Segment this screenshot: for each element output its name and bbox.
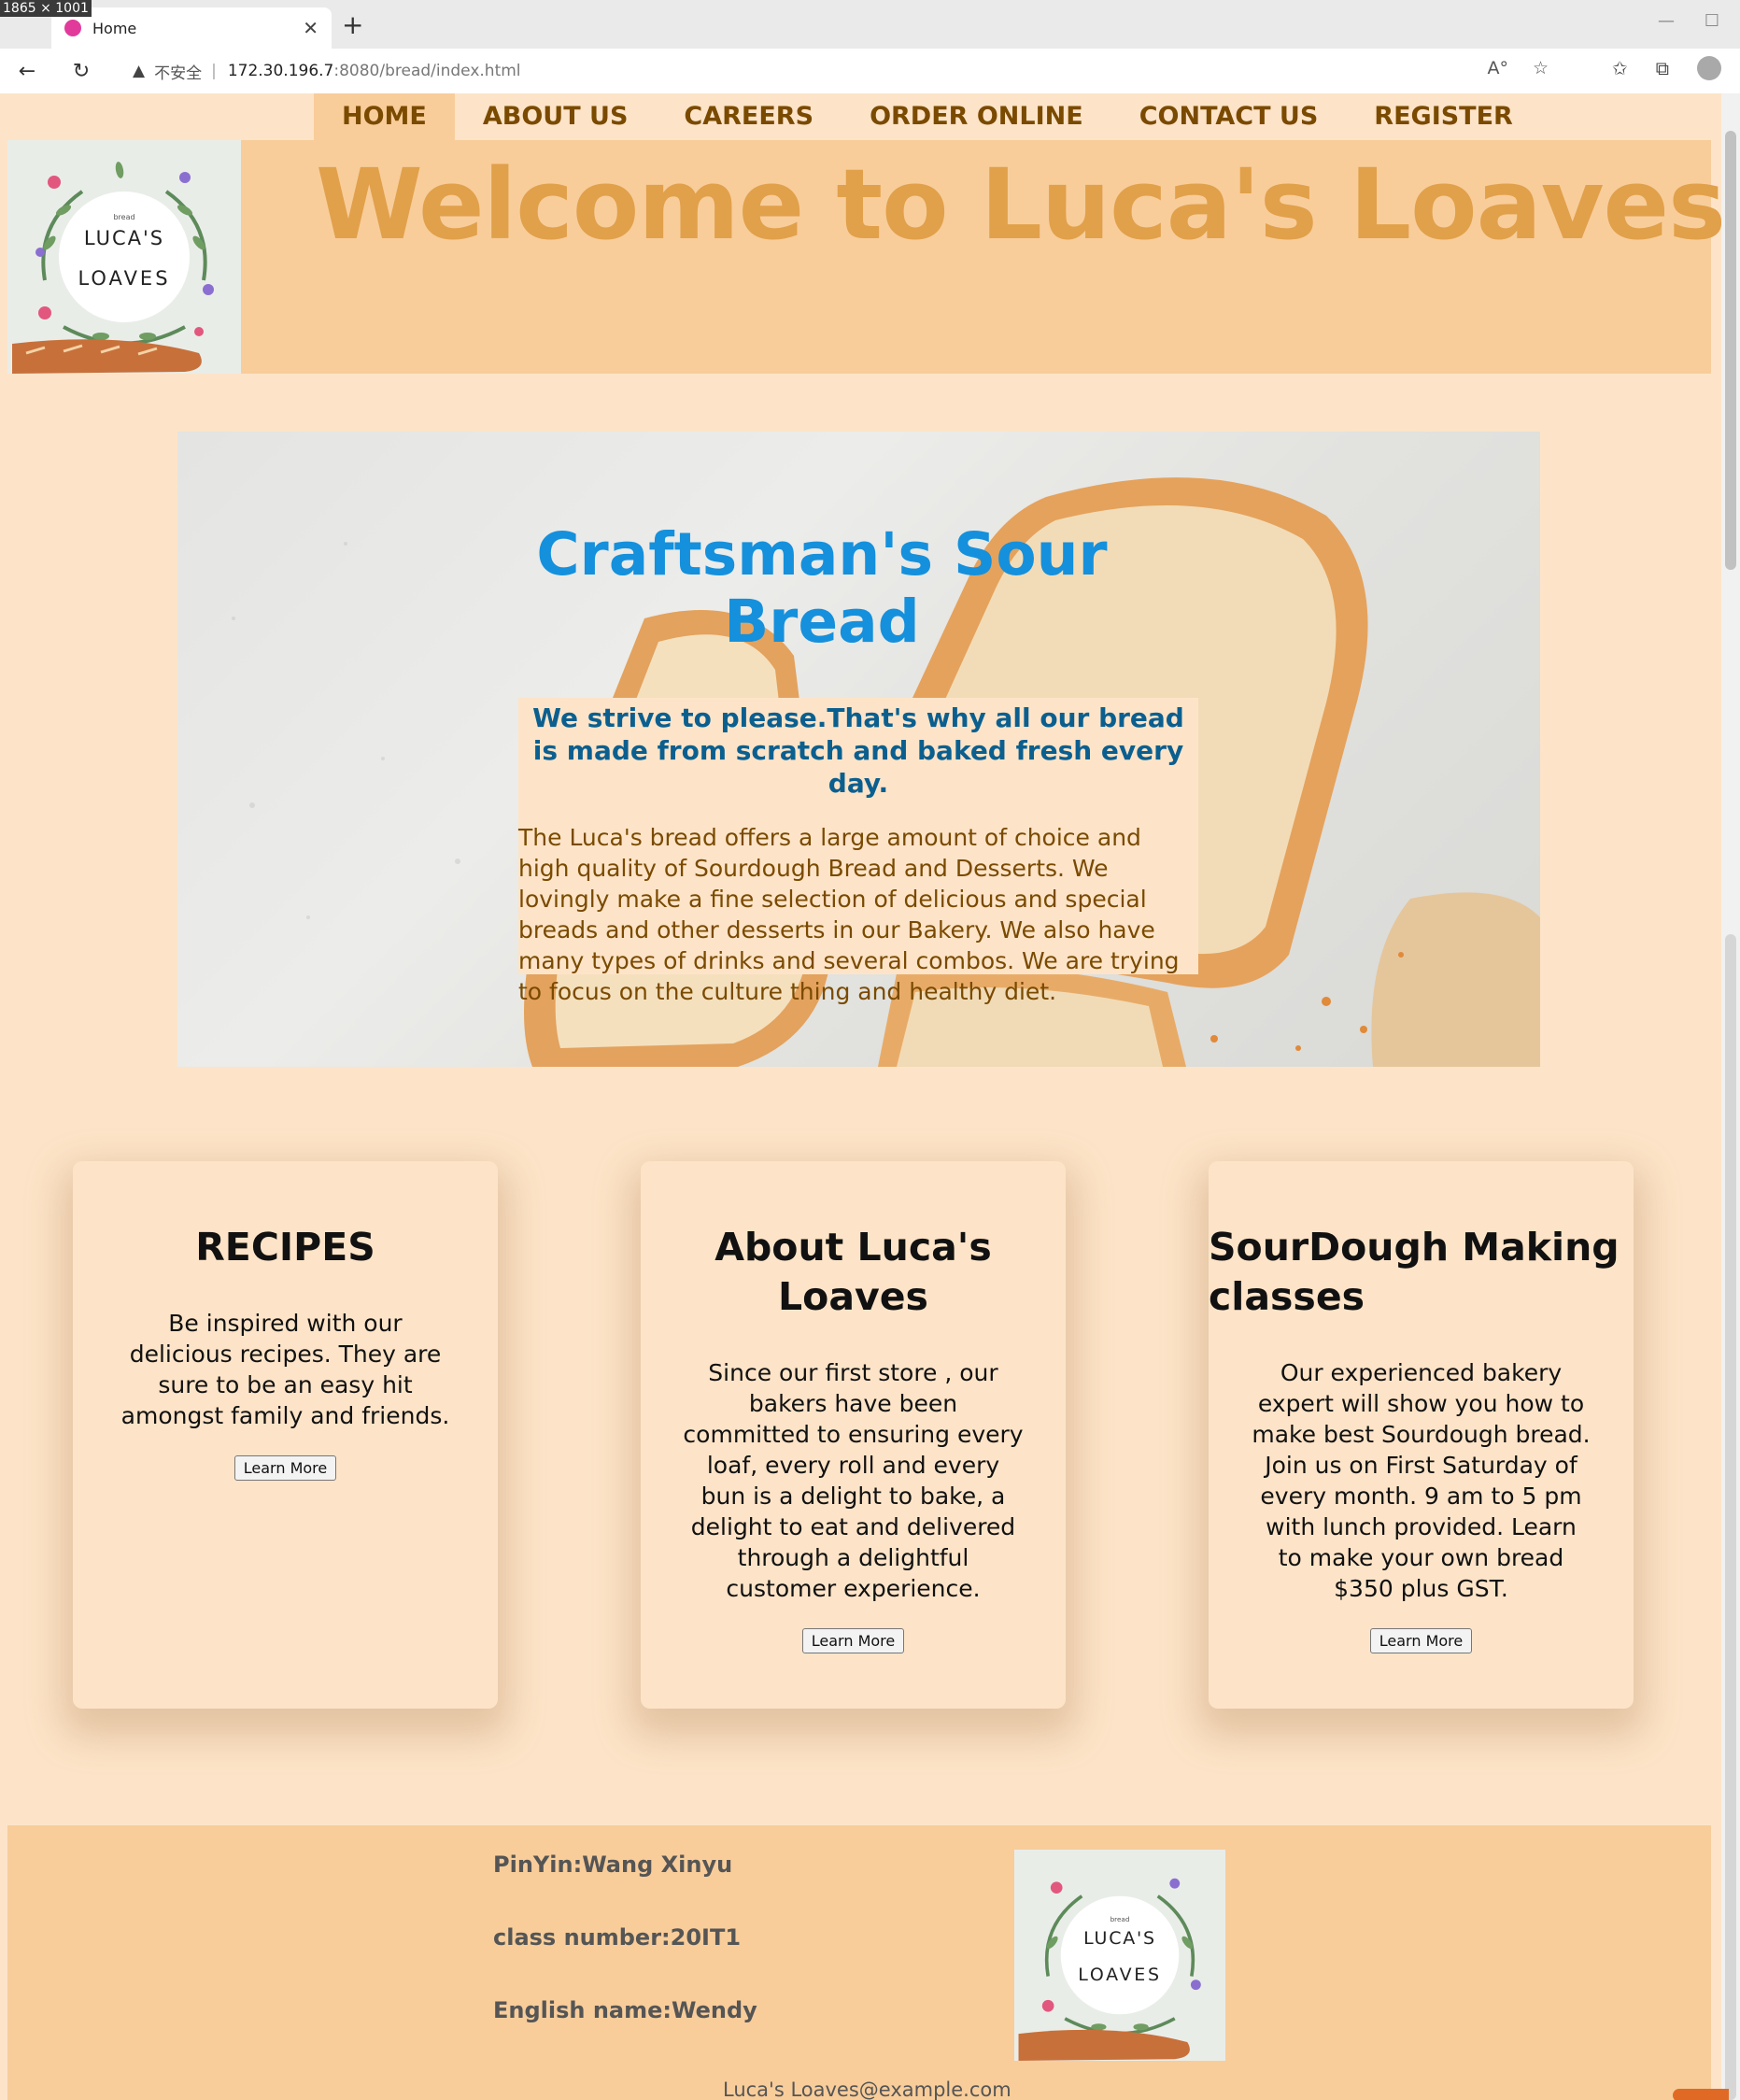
tab-strip: Home ✕ + — ☐	[0, 0, 1740, 49]
logo-line-2: LOAVES	[78, 267, 170, 290]
site-header: bread LUCA'S LOAVES Welcome to Luca's Lo…	[7, 140, 1721, 374]
main-nav: HOME ABOUT US CAREERS ORDER ONLINE CONTA…	[314, 93, 1541, 140]
scrollbar-track-segment	[1725, 934, 1736, 2100]
warning-icon: ▲	[133, 62, 146, 80]
nav-careers[interactable]: CAREERS	[656, 93, 842, 140]
logo-line-1: LUCA'S	[84, 227, 164, 249]
footer-logo-small-text: bread	[1110, 1915, 1130, 1923]
footer-info: PinYin:Wang Xinyu class number:20IT1 Eng…	[493, 1852, 757, 2070]
footer-logo-graphic: bread LUCA'S LOAVES	[1018, 1878, 1201, 2061]
back-icon[interactable]: ←	[0, 60, 54, 83]
learn-more-button[interactable]: Learn More	[801, 1628, 905, 1653]
nav-about-us[interactable]: ABOUT US	[455, 93, 657, 140]
card-recipes: RECIPES Be inspired with our delicious r…	[73, 1161, 498, 1709]
scrollbar-thumb[interactable]	[1725, 131, 1736, 570]
footer-logo-line-2: LOAVES	[1078, 1965, 1162, 1985]
nav-contact-us[interactable]: CONTACT US	[1111, 93, 1347, 140]
toolbar-icons: ✩ ⧉	[1612, 56, 1721, 80]
footer-decoration	[1673, 2089, 1729, 2100]
nav-register[interactable]: REGISTER	[1346, 93, 1541, 140]
hero-text-box: We strive to please.That's why all our b…	[518, 698, 1198, 1005]
learn-more-button[interactable]: Learn More	[1369, 1628, 1473, 1653]
maximize-icon[interactable]: ☐	[1705, 11, 1719, 31]
dimensions-overlay: 1865 × 1001	[0, 0, 92, 17]
site-logo: bread LUCA'S LOAVES	[7, 140, 241, 374]
footer-english-name: English name:Wendy	[493, 1997, 757, 2023]
insecure-label: 不安全	[154, 64, 203, 83]
card-title: SourDough Making classes	[1209, 1225, 1620, 1319]
reload-icon[interactable]: ↻	[54, 60, 108, 83]
tab-title: Home	[92, 19, 137, 37]
logo-graphic: bread LUCA'S LOAVES	[12, 162, 214, 374]
add-favorite-icon[interactable]: ☆	[1533, 58, 1549, 78]
favicon-icon	[64, 20, 81, 36]
footer-logo: bread LUCA'S LOAVES	[1014, 1850, 1225, 2061]
hero-subtitle: We strive to please.That's why all our b…	[532, 702, 1184, 799]
welcome-heading: Welcome to Luca's Loaves	[316, 148, 1721, 262]
hero-description: The Luca's bread offers a large amount o…	[518, 824, 1180, 1005]
hero-banner: Craftsman's Sour Bread We strive to plea…	[177, 432, 1540, 1067]
url-path: :8080/bread/index.html	[333, 62, 521, 80]
browser-chrome: Home ✕ + — ☐ ← ↻ ▲ 不安全 | 172.30.196.7 :8…	[0, 0, 1740, 93]
url-host: 172.30.196.7	[227, 62, 334, 80]
card-text: Our experienced bakery expert will show …	[1252, 1359, 1591, 1602]
card-title: About Luca's Loaves	[714, 1225, 992, 1319]
footer-email: Luca's Loaves@example.com	[723, 2079, 1011, 2100]
separator: |	[211, 62, 217, 80]
card-text: Be inspired with our delicious recipes. …	[120, 1310, 450, 1429]
profile-avatar-icon[interactable]	[1697, 56, 1721, 80]
hero-title: Craftsman's Sour Bread	[536, 520, 1108, 656]
footer-logo-line-1: LUCA'S	[1083, 1928, 1156, 1949]
learn-more-button[interactable]: Learn More	[233, 1455, 337, 1481]
close-tab-icon[interactable]: ✕	[303, 17, 318, 39]
read-aloud-icon[interactable]: A°	[1487, 58, 1508, 78]
card-title: RECIPES	[195, 1225, 375, 1270]
site-footer: PinYin:Wang Xinyu class number:20IT1 Eng…	[7, 1825, 1711, 2100]
footer-pinyin: PinYin:Wang Xinyu	[493, 1852, 733, 1878]
footer-class-number: class number:20IT1	[493, 1924, 742, 1951]
collections-icon[interactable]: ⧉	[1656, 57, 1669, 79]
browser-toolbar: ← ↻ ▲ 不安全 | 172.30.196.7 :8080/bread/ind…	[0, 49, 1740, 93]
new-tab-icon[interactable]: +	[342, 9, 363, 40]
card-about: About Luca's Loaves Since our first stor…	[641, 1161, 1066, 1709]
logo-small-text: bread	[113, 213, 134, 221]
address-bar-icons: A° ☆	[1487, 58, 1549, 78]
nav-order-online[interactable]: ORDER ONLINE	[842, 93, 1111, 140]
page-scrollbar[interactable]	[1721, 93, 1740, 2100]
minimize-icon[interactable]: —	[1658, 11, 1675, 31]
browser-tab[interactable]: Home ✕	[51, 7, 332, 49]
page-content: HOME ABOUT US CAREERS ORDER ONLINE CONTA…	[0, 93, 1721, 2100]
favorites-icon[interactable]: ✩	[1612, 57, 1628, 79]
address-bar[interactable]: ▲ 不安全 | 172.30.196.7 :8080/bread/index.h…	[116, 53, 1554, 89]
nav-home[interactable]: HOME	[314, 93, 455, 140]
card-text: Since our first store , our bakers have …	[683, 1359, 1024, 1602]
card-sourdough-classes: SourDough Making classes Our experienced…	[1209, 1161, 1634, 1709]
